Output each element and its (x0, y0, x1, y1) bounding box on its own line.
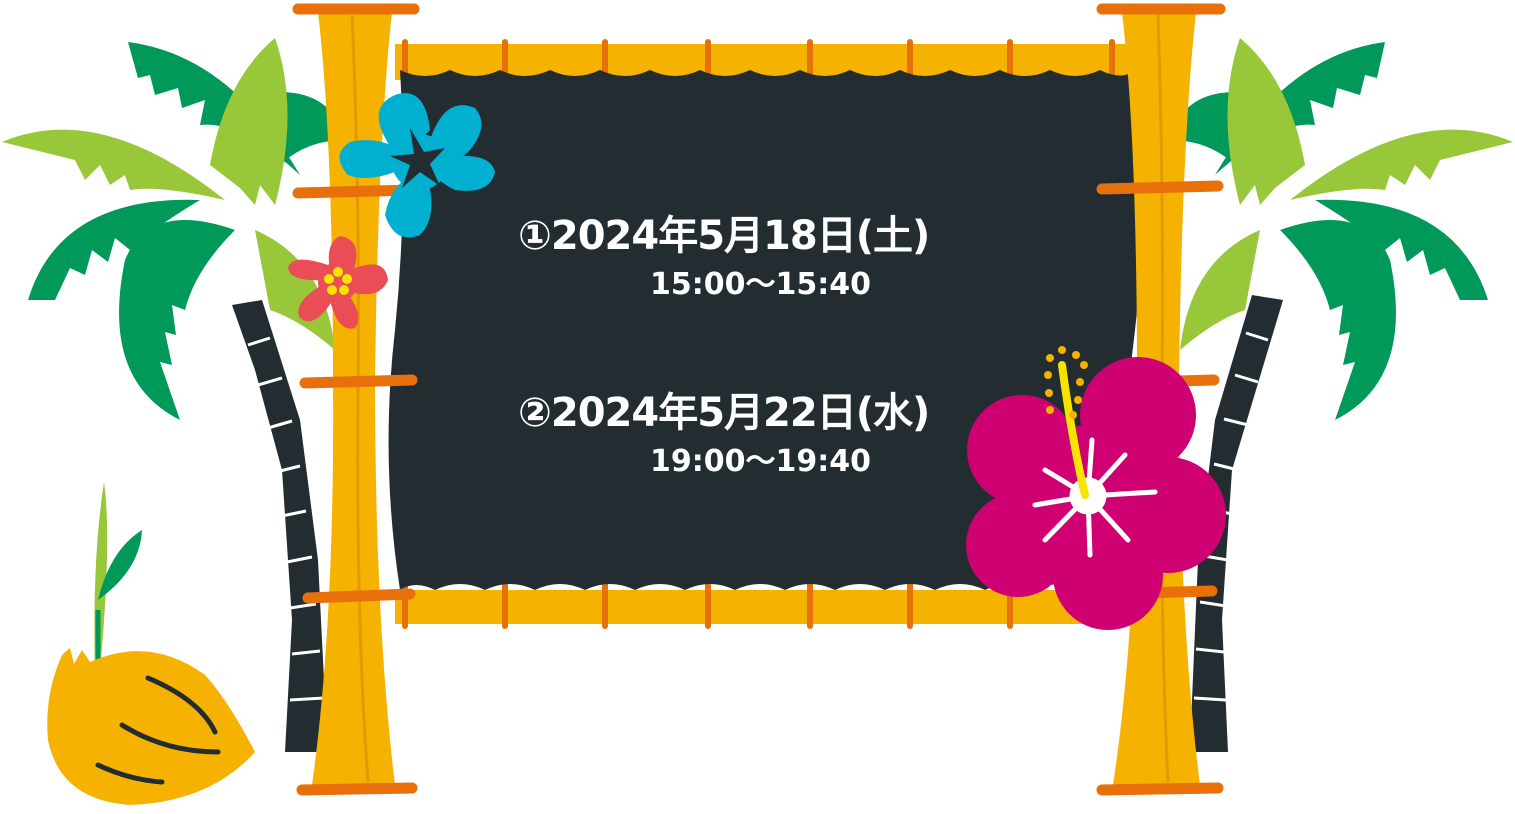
right-palm-tree-icon (1170, 38, 1513, 752)
sprouting-coconut-icon (47, 482, 255, 805)
session-1-time: 15:00〜15:40 (650, 267, 871, 302)
session-1-date: ①2024年5月18日(土) (518, 213, 930, 259)
left-palm-frond-light-top (210, 38, 288, 205)
left-palm-frond-droop (119, 220, 235, 420)
session-2-time: 19:00〜19:40 (650, 444, 871, 479)
session-2-date: ②2024年5月22日(水) (518, 390, 930, 436)
left-palm-frond-light-left (2, 129, 225, 200)
left-palm-tree-icon (2, 38, 345, 752)
right-palm-frond-droop (1280, 220, 1396, 420)
right-palm-frond-light-right (1290, 129, 1513, 200)
left-palm-trunk (232, 300, 330, 752)
right-palm-frond-light-top (1227, 38, 1305, 205)
